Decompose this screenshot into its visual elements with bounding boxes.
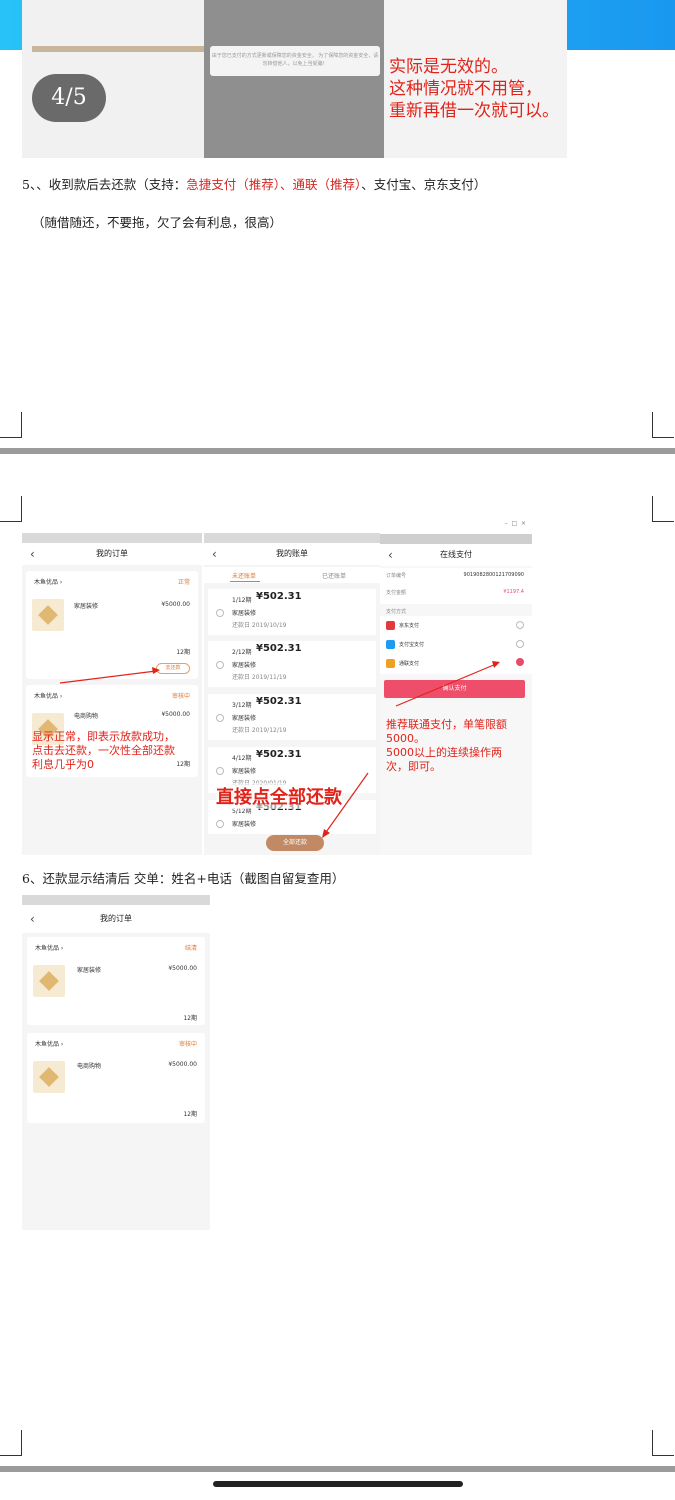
arrow-icon [322, 772, 369, 838]
product-price: ¥5000.00 [168, 1061, 197, 1068]
orders-screenshot: ‹ 我的订单 木鱼优品 › 正常 家居装修 ¥5000.00 12期 去还款 木… [22, 533, 202, 855]
crop-mark [652, 412, 674, 438]
shop-name: 木鱼优品 › [35, 1041, 64, 1048]
crop-mark [0, 496, 22, 522]
periods: 12期 [183, 1111, 197, 1118]
shop-name: 木鱼优品 › [35, 945, 64, 952]
page-divider [0, 448, 675, 454]
crop-mark [652, 1430, 674, 1456]
product-thumbnail [33, 1061, 65, 1093]
periods: 12期 [183, 1015, 197, 1022]
screenshot-middle: 由于您已支付的方式更新或保障您的资金安全， 为了保障您的资金安全，请勿转借他人，… [204, 0, 384, 158]
screenshot-right: 实际是无效的。 这种情况就不用管， 重新再借一次就可以。 [384, 0, 567, 158]
back-icon[interactable]: ‹ [30, 905, 35, 933]
crop-mark [0, 412, 22, 438]
status-bar [22, 895, 210, 905]
crop-mark [652, 496, 674, 522]
step5-suffix: 、支付宝、京东支付） [361, 177, 487, 192]
pay-screenshot: – □ × ‹ 在线支付 订单编号 9019082800121709090 支付… [380, 520, 532, 855]
crop-mark [0, 1430, 22, 1456]
step5-line2: （随借随还，不要拖，欠了会有利息，很高） [32, 215, 283, 230]
nav-bar: ‹ 我的订单 [22, 905, 210, 933]
product-name: 家居装修 [77, 967, 102, 974]
product-price: ¥5000.00 [168, 965, 197, 972]
step5-red2: 通联（推荐） [292, 177, 362, 192]
order-card[interactable]: 木鱼优品 › 结清 家居装修 ¥5000.00 12期 [27, 937, 205, 1025]
product-name: 电商购物 [77, 1063, 102, 1070]
step6-text: 6、还款显示结清后 交单：姓名+电话（截图自留复查用） [22, 871, 345, 886]
annotation-invalid: 实际是无效的。 这种情况就不用管， 重新再借一次就可以。 [389, 57, 559, 121]
order-card[interactable]: 木鱼优品 › 审核中 电商购物 ¥5000.00 12期 [27, 1033, 205, 1123]
step5-red1: 急捷支付（推荐）、 [186, 177, 293, 192]
step5-prefix: 5、、收到款后去还款（支持： [22, 177, 187, 192]
step5-line1: 5、、收到款后去还款（支持：急捷支付（推荐）、通联（推荐）、支付宝、京东支付） [22, 174, 662, 193]
settled-screenshot: ‹ 我的订单 木鱼优品 › 结清 家居装修 ¥5000.00 12期 木鱼优品 … [22, 895, 210, 1230]
arrow-icon [395, 661, 500, 707]
page-divider [0, 1466, 675, 1472]
bills-screenshot: ‹ 我的账单 未还账单 已还账单 1/12期 ¥502.31 家居装修 还款日 … [204, 533, 380, 855]
status-badge: 结清 [184, 945, 197, 952]
product-thumbnail [33, 965, 65, 997]
status-badge: 审核中 [178, 1041, 197, 1048]
page-indicator: 4/5 [32, 74, 106, 122]
arrow-icon [59, 667, 160, 684]
dialog-note: 由于您已支付的方式更新或保障您的资金安全， 为了保障您的资金安全，请勿转借他人，… [210, 46, 380, 76]
page-title: 我的订单 [100, 914, 132, 923]
home-indicator[interactable] [213, 1481, 463, 1487]
